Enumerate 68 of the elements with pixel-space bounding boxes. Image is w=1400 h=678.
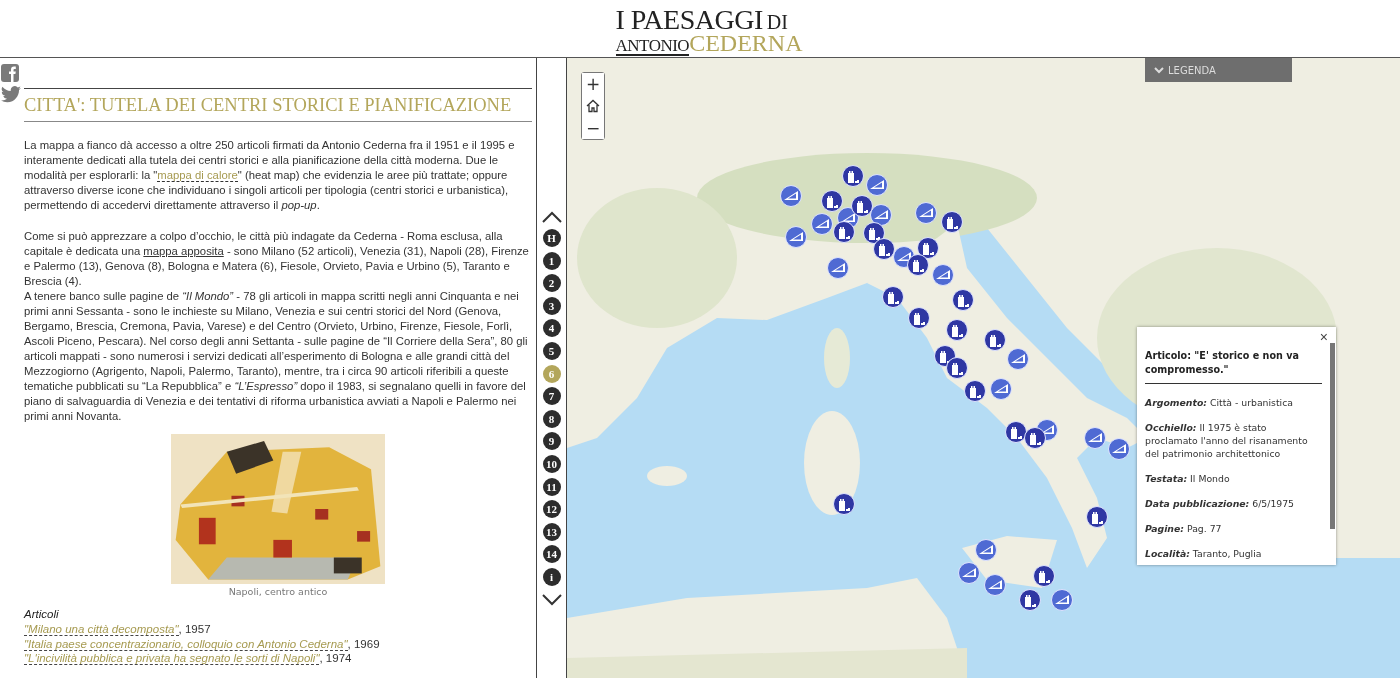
section-button[interactable]: 10: [542, 454, 561, 473]
chevron-up-icon[interactable]: [541, 211, 562, 223]
tower-icon: [878, 242, 890, 256]
popup-field: Argomento: Città - urbanistica: [1145, 396, 1322, 409]
home-icon: [586, 99, 600, 113]
tower-icon: [1024, 593, 1036, 607]
legend-toggle[interactable]: LEGENDA: [1145, 58, 1292, 82]
tower-icon: [912, 258, 924, 272]
chevron-down-icon[interactable]: [541, 593, 562, 606]
articles-heading: Articoli: [24, 607, 60, 622]
popup-field: Pagine: Pag. 77: [1145, 522, 1322, 535]
tower-icon: [1038, 569, 1050, 583]
text-link[interactable]: mappa apposita: [143, 245, 224, 257]
popup-field: Testata: Il Mondo: [1145, 472, 1322, 485]
chevron-down-icon: [1154, 66, 1164, 74]
popup-field: Località: Taranto, Puglia: [1145, 547, 1322, 560]
article-year: , 1974: [319, 652, 352, 664]
popup-field: Occhiello: Il 1975 è stato proclamato l'anno del risanamento del patrimonio architettonico: [1145, 421, 1322, 460]
tower-icon: [939, 349, 951, 363]
article-year: , 1969: [347, 637, 380, 650]
section-button[interactable]: 4: [542, 319, 561, 338]
tower-icon: [951, 361, 963, 375]
logo-first-name: ANTONIO: [615, 37, 690, 56]
tower-icon: [951, 323, 963, 337]
article-year: , 1957: [178, 623, 211, 635]
section-button[interactable]: 13: [542, 522, 561, 541]
tower-icon: [826, 194, 838, 208]
section-button[interactable]: 8: [542, 409, 561, 428]
tower-icon: [887, 290, 899, 304]
section-button[interactable]: H: [542, 229, 561, 247]
section-button[interactable]: i: [542, 567, 561, 586]
tower-icon: [913, 311, 925, 325]
tower-icon: [868, 226, 880, 240]
tower-icon: [1091, 510, 1103, 524]
section-title: CITTA': TUTELA DEI CENTRI STORICI E PIANIFICAZIONE: [24, 88, 532, 122]
tower-icon: [856, 199, 868, 213]
tower-icon: [1010, 425, 1022, 439]
tower-icon: [838, 225, 850, 239]
tower-icon: [847, 169, 859, 183]
section-button[interactable]: 3: [542, 296, 561, 315]
section-button[interactable]: 11: [542, 477, 561, 496]
popup-field: Data pubblicazione: 6/5/1975: [1145, 497, 1322, 510]
logo-title: I PAESAGGI: [615, 6, 763, 34]
section-button[interactable]: 1: [542, 251, 561, 270]
tower-icon: [946, 215, 958, 229]
tower-icon: [957, 293, 969, 307]
tower-icon: [922, 241, 934, 255]
paragraph: Come si può apprezzare a colpo d’occhio, le città più indagate da Cederna - Roma esclusa, alla capitale è dedicata una mappa apposita - sono Milano (52 articoli), Venezia (31), Napoli (28), Firenze e Palermo (13), Genova (8), Bologna e Matera (6), Fiesole, Orvieto, Pavia e Urbino (5), Taranto e Brescia (4).: [24, 229, 530, 289]
close-button[interactable]: ×: [1319, 329, 1328, 345]
scrollbar[interactable]: [1330, 343, 1335, 529]
section-button[interactable]: 12: [542, 500, 561, 519]
section-button[interactable]: 2: [542, 274, 561, 293]
tower-icon: [838, 497, 850, 511]
paragraph: La mappa a fianco dà accesso a oltre 250 articoli firmati da Antonio Cederna fra il 1951 e il 1995 e interamente dedicati alla tutela dei centri storici e alla pianificazione della città moderna. Due le modalità per esplorarli: la "mappa di calore" (heat map) che evidenzia le aree più trattate; oppure attraverso diverse icone che individuano i singoli articoli per tipologia (centri storici e urbanistica), permettendo di accedervi direttamente attraverso il pop-up.: [24, 138, 516, 213]
image-caption: Napoli, centro antico: [228, 586, 328, 597]
popup-title: Articolo: "E' storico e non va compromesso.": [1145, 349, 1322, 384]
logo-particle: DI: [766, 12, 788, 32]
tower-icon: [989, 333, 1001, 347]
section-button[interactable]: 5: [542, 341, 561, 360]
tower-icon: [1029, 431, 1041, 445]
paragraph: A tenere banco sulle pagine de “Il Mondo” - 78 gli articoli in mappa scritti negli anni Cinquanta e nei primi anni Sessanta - sono le inchieste su Milano, Venezia e sui centri storici del Nord (Genova, Bergamo, Brescia, Cremona, Pavia, Varese) e del Centro (Orvieto, Urbino, Firenze, Fiesole, Forlì, Ascoli Piceno, Pescara). Nel corso degli anni Settanta - sulle pagine de “Il Corriere della Sera”, 80 gli articoli mappati - sono numerosi i servizi dedicati all’esperimento di Bologna e alle grandi città del Mezzogiorno (Agrigento, Napoli, Palermo, Taranto), mentre, tra i circa 90 articoli riferibili a queste tematiche pubblicati su “La Repubblica” e “L’Espresso” dopo il 1983, si segnalano quelli in favore del piano di salvaguardia di Venezia e dei tentativi di riforma urbanistica avviati a Napoli e Palermo nei primi anni Novanta.: [24, 289, 529, 424]
logo-surname: CEDERNA: [689, 31, 803, 55]
section-button[interactable]: 14: [542, 545, 561, 564]
section-button[interactable]: 7: [542, 387, 561, 406]
tower-icon: [969, 384, 981, 398]
facebook-icon[interactable]: [1, 64, 19, 82]
section-button[interactable]: 9: [542, 432, 561, 451]
bird-icon[interactable]: [1, 86, 21, 103]
